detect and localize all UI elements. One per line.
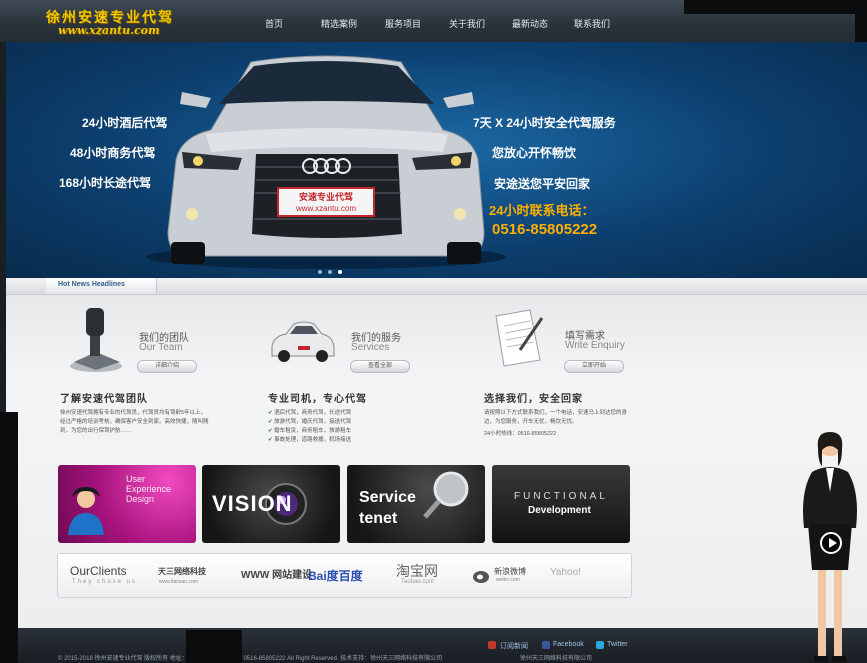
slider-dots xyxy=(318,261,348,278)
page: 徐州安速专业代驾 www.xzantu.com 首页 精选案例 服务项目 关于我… xyxy=(0,0,867,663)
service-list-item: 事故处理，道路救援，机场接送 xyxy=(268,436,418,445)
feature-subtitle-team: Our Team xyxy=(139,342,183,353)
choose-phone: 24小时热线：0516-85805222 xyxy=(484,431,557,437)
overlay-bar xyxy=(684,0,867,14)
team-more-button[interactable]: 详细介绍 xyxy=(137,360,197,373)
tile-ux-line-2: Experience xyxy=(126,484,172,494)
tile-ux-line-3: Design xyxy=(126,494,155,504)
plate-title: 安速专业代驾 xyxy=(298,192,353,202)
car-icon xyxy=(271,321,335,362)
overlay-bar xyxy=(0,412,18,663)
service-list-item: 旅游代驾，婚庆代驾，接送代驾 xyxy=(268,418,418,427)
nav-item-home[interactable]: 首页 xyxy=(265,17,283,30)
banner-phone: 0516-85805222 xyxy=(492,221,598,238)
footer-link-twitter[interactable]: Twitter xyxy=(607,641,628,648)
client-logo-taobao-url: Taobao.com xyxy=(401,579,434,585)
service-list-item: 婚车租赁，商务租车，旅游租车 xyxy=(268,427,418,436)
service-list-item: 酒后代驾，商务代驾，长途代驾 xyxy=(268,409,418,418)
tile-vision-text: VISION xyxy=(212,491,293,516)
footer-link-subscribe[interactable]: 订阅新闻 xyxy=(500,641,528,651)
tile-ux-line-1: User xyxy=(126,474,146,484)
choose-heading: 选择我们，安全回家 xyxy=(484,394,583,405)
hero-banner[interactable]: 安速专业代驾 www.xzantu.com 24小时酒后代驾 48小时商务代驾 … xyxy=(6,42,867,278)
tile-service-tenet[interactable]: Service tenet xyxy=(347,465,485,543)
footer-link-facebook[interactable]: Facebook xyxy=(553,641,584,648)
footer-tech-support[interactable]: 徐州天三网络科技有限公司 xyxy=(520,653,592,662)
choose-text: 请按照以下方式联系我们，一个电话，安速马上到达您的身边，为您服务，开车无忧，畅饮… xyxy=(484,410,628,425)
banner-right-line-3: 安途送您平安回家 xyxy=(494,177,591,191)
gear-shift-icon xyxy=(70,308,122,372)
client-logo-yahoo[interactable]: Yahoo! xyxy=(550,567,581,578)
client-logo-tiansan[interactable]: 天三网络科技 xyxy=(158,566,206,577)
news-bar: Hot News Headlines xyxy=(6,278,867,295)
slider-dot[interactable] xyxy=(328,270,332,274)
banner-phone-label: 24小时联系电话： xyxy=(489,203,595,218)
news-bar-label[interactable]: Hot News Headlines xyxy=(58,281,125,288)
banner-left-line-2: 48小时商务代驾 xyxy=(70,146,156,160)
site-footer: 订阅新闻 Facebook Twitter © 2015-2018 徐州安速专业… xyxy=(0,628,867,663)
tile-service-line-1: Service xyxy=(359,489,416,506)
clients-subtitle: They chose us xyxy=(72,579,138,585)
team-heading: 了解安速代驾团队 xyxy=(60,394,148,405)
license-plate: 安速专业代驾 www.xzantu.com xyxy=(278,188,374,216)
footer-copyright: © 2015-2018 徐州安速专业代驾 版权所有 地址：徐州市云龙区 电话：0… xyxy=(58,656,443,662)
nav-item-news[interactable]: 最新动态 xyxy=(512,17,548,30)
overlay-bar xyxy=(186,630,242,663)
twitter-icon xyxy=(596,641,604,649)
banner-right-line-2: 您放心开怀畅饮 xyxy=(492,146,577,160)
service-heading: 专业司机，专心代驾 xyxy=(268,394,367,405)
enquiry-start-button[interactable]: 立即开始 xyxy=(564,360,624,373)
slider-dot-active[interactable] xyxy=(338,270,342,274)
client-logo-weibo[interactable]: 新浪微博 xyxy=(494,566,526,577)
clients-title: OurClients xyxy=(70,564,127,578)
facebook-icon xyxy=(542,641,550,649)
nav-item-cases[interactable]: 精选案例 xyxy=(321,17,357,30)
slider-dot[interactable] xyxy=(318,270,322,274)
main-content: Hot News Headlines 我们的团队 Our Team 详细介绍 我… xyxy=(6,278,867,628)
tile-functional-line-1: FUNCTIONAL xyxy=(514,491,608,502)
client-logo-tiansan-url: www.tiansan.com xyxy=(159,579,198,585)
banner-left-line-1: 24小时酒后代驾 xyxy=(82,116,168,130)
feature-subtitle-enquiry: Write Enquiry xyxy=(565,340,625,351)
tile-functional-development[interactable]: FUNCTIONAL Development xyxy=(492,465,630,543)
nav-item-services[interactable]: 服务项目 xyxy=(385,17,421,30)
banner-right-line-1: 7天 X 24小时安全代驾服务 xyxy=(473,116,616,130)
tile-vision[interactable]: VISION xyxy=(202,465,340,543)
rss-icon xyxy=(488,641,496,649)
banner-left-line-3: 168小时长途代驾 xyxy=(59,176,152,190)
video-play-button[interactable] xyxy=(820,532,842,554)
tile-functional-line-2: Development xyxy=(528,505,591,516)
client-logo-baidu[interactable]: Bai度百度 xyxy=(308,567,363,584)
weibo-icon xyxy=(473,571,489,583)
services-more-button[interactable]: 查看全部 xyxy=(350,360,410,373)
person-avatar-icon xyxy=(68,487,104,535)
nav-item-about[interactable]: 关于我们 xyxy=(449,17,485,30)
client-logo-www[interactable]: WWW 网站建设 xyxy=(241,566,312,581)
client-logo-weibo-url: weibo.com xyxy=(496,577,520,583)
magnifier-icon xyxy=(423,471,469,519)
site-logo-url[interactable]: www.xzantu.com xyxy=(58,24,160,37)
client-logo-taobao[interactable]: 淘宝网 xyxy=(396,561,438,581)
document-pen-icon xyxy=(495,309,544,367)
team-text: 徐州安速代驾拥有专业的代驾员，代驾员均有驾龄5年以上，经过严格的培训考核，确保客… xyxy=(60,410,209,434)
service-list: 酒后代驾，商务代驾，长途代驾 旅游代驾，婚庆代驾，接送代驾 婚车租赁，商务租车，… xyxy=(268,409,418,445)
tile-ux-design[interactable]: User Experience Design xyxy=(58,465,196,543)
clients-strip: OurClients They chose us 天三网络科技 www.tian… xyxy=(57,553,632,598)
plate-url: www.xzantu.com xyxy=(295,204,357,213)
tile-service-line-2: tenet xyxy=(359,510,398,527)
nav-item-contact[interactable]: 联系我们 xyxy=(574,17,610,30)
feature-subtitle-services: Services xyxy=(351,342,390,353)
